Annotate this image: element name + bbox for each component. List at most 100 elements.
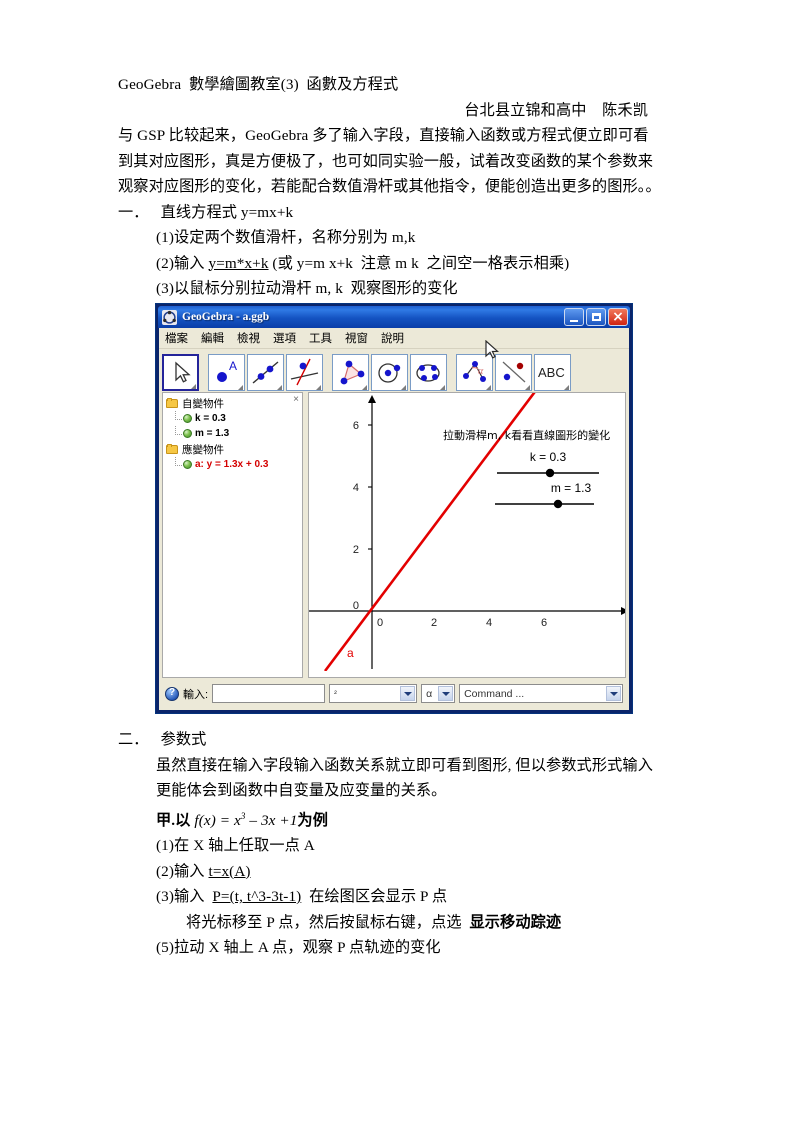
- algebra-item-k[interactable]: k = 0.3: [166, 411, 300, 426]
- graphics-view[interactable]: 6 4 2 0 0 2 4 6 a 拉動滑桿m, k看看直線圖形的變化 k = …: [308, 392, 626, 678]
- section2-paragraph-line-1: 虽然直接在输入字段输入函数关系就立即可看到图形, 但以参数式形式输入: [156, 756, 653, 774]
- minimize-button[interactable]: [564, 308, 584, 326]
- step-number: (2): [156, 254, 175, 272]
- window-controls[interactable]: [564, 308, 628, 326]
- step-text-post: 在绘图区会显示 P 点: [301, 888, 448, 906]
- algebra-view[interactable]: × 自變物件 k = 0.3 m = 1.3 應變物件 a: y = 1.3x …: [162, 392, 303, 678]
- section2-step-5: (5)拉动 X 轴上 A 点，观察 P 点轨迹的变化: [118, 935, 684, 961]
- tool-dropdown-corner[interactable]: [277, 385, 282, 390]
- menu-item-file[interactable]: 檔案: [165, 330, 188, 346]
- object-bullet-icon: [183, 414, 192, 423]
- close-button[interactable]: [608, 308, 628, 326]
- menu-bar[interactable]: 檔案 編輯 檢視 選項 工具 視窗 說明: [159, 328, 629, 349]
- input-field[interactable]: [212, 684, 326, 703]
- step-underlined-input: P=(t, t^3-3t-1): [212, 888, 302, 906]
- step-text-post: (或 y=m x+k 注意 m k 之间空一格表示相乘): [268, 254, 570, 272]
- y-tick-label: 2: [353, 544, 359, 556]
- mouse-cursor-icon: [485, 339, 501, 367]
- algebra-item-a[interactable]: a: y = 1.3x + 0.3: [166, 457, 300, 472]
- folder-icon: [166, 398, 179, 409]
- superscript-dropdown[interactable]: ²: [329, 684, 418, 703]
- tool-bar[interactable]: A α ABC: [159, 349, 629, 394]
- step-underlined-input: t=x(A): [208, 862, 251, 880]
- document-page: GeoGebra 數學繪圖教室(3) 函數及方程式 台北县立锦和高中 陈禾凯 与…: [0, 0, 793, 1122]
- main-panels: × 自變物件 k = 0.3 m = 1.3 應變物件 a: y = 1.3x …: [162, 392, 626, 678]
- move-tool-button[interactable]: [162, 354, 199, 391]
- example-formula-mid: (x) = x: [198, 811, 241, 829]
- section1-number: 一．: [118, 203, 149, 221]
- chevron-down-icon[interactable]: [400, 686, 416, 701]
- section2-step-2: (2)输入 t=x(A): [118, 859, 684, 885]
- slider-m-handle: [553, 499, 563, 509]
- document-byline: 台北县立锦和高中 陈禾凯: [464, 101, 648, 119]
- command-dropdown[interactable]: Command ...: [459, 684, 623, 703]
- intro-line-3: 观察对应图形的变化，若能配合数值滑杆或其他指令，便能创造出更多的图形。。: [118, 178, 661, 195]
- line-through-two-points-tool-button[interactable]: [247, 354, 284, 391]
- step-underlined-input: y=m*x+k: [208, 254, 269, 272]
- superscript-value: ²: [334, 689, 337, 698]
- section2-step-3: (3)输入 P=(t, t^3-3t-1) 在绘图区会显示 P 点: [118, 884, 684, 910]
- example-suffix: 为例: [297, 811, 328, 829]
- circle-tool-button[interactable]: [371, 354, 408, 391]
- tool-dropdown-corner[interactable]: [191, 384, 196, 389]
- step-text-pre: 将光标移至 P 点，然后按鼠标右键，点选: [186, 913, 470, 931]
- input-bar[interactable]: 輸入: ² α Command ...: [162, 680, 626, 707]
- intro-line-1: 与 GSP 比较起来，GeoGebra 多了输入字段，直接输入函数或方程式便立即…: [118, 127, 649, 144]
- chevron-down-icon[interactable]: [606, 686, 621, 701]
- maximize-button[interactable]: [586, 308, 606, 326]
- menu-item-options[interactable]: 選項: [273, 330, 296, 346]
- menu-item-help[interactable]: 說明: [381, 330, 404, 346]
- svg-text:ABC: ABC: [538, 365, 565, 380]
- folder-icon: [166, 444, 179, 455]
- tool-dropdown-corner[interactable]: [316, 385, 321, 390]
- algebra-item-label: a: y = 1.3x + 0.3: [195, 459, 269, 470]
- polygon-tool-button[interactable]: [332, 354, 369, 391]
- help-icon[interactable]: [165, 686, 179, 701]
- algebra-item-label: k = 0.3: [195, 413, 226, 424]
- chevron-down-icon[interactable]: [438, 686, 454, 701]
- algebra-group-label: 自變物件: [182, 398, 224, 410]
- step-number: (3): [156, 280, 175, 297]
- tool-dropdown-corner[interactable]: [238, 385, 243, 390]
- example-formula-tail: – 3x +1: [245, 811, 298, 829]
- tool-dropdown-corner[interactable]: [486, 385, 491, 390]
- x-tick-label: 2: [431, 617, 437, 629]
- section2-step-1: (1)在 X 轴上任取一点 A: [118, 833, 684, 859]
- tool-dropdown-corner[interactable]: [525, 385, 530, 390]
- input-bar-label: 輸入:: [183, 688, 209, 701]
- section2-number: 二．: [118, 731, 149, 748]
- step-text: 拉动 X 轴上 A 点，观察 P 点轨迹的变化: [174, 939, 441, 957]
- text-tool-button[interactable]: ABC: [534, 354, 571, 391]
- menu-item-edit[interactable]: 編輯: [201, 330, 224, 346]
- tool-dropdown-corner[interactable]: [564, 385, 569, 390]
- algebra-group-dependent-objects[interactable]: 應變物件: [166, 442, 300, 457]
- example-prefix: 甲.以: [156, 811, 195, 829]
- conic-through-five-points-tool-button[interactable]: [410, 354, 447, 391]
- tool-dropdown-corner[interactable]: [401, 385, 406, 390]
- intro-line-2: 到其对应图形，真是方便极了，也可如同实验一般，试着改变函数的某个参数来: [118, 152, 654, 170]
- x-tick-label: 4: [486, 617, 492, 629]
- algebra-item-m[interactable]: m = 1.3: [166, 426, 300, 441]
- window-title-bar[interactable]: GeoGebra - a.ggb: [158, 306, 630, 328]
- menu-item-tools[interactable]: 工具: [309, 330, 332, 346]
- svg-text:α: α: [478, 366, 484, 377]
- graphics-canvas[interactable]: 6 4 2 0 0 2 4 6 a 拉動滑桿m, k看看直線圖形的變化 k = …: [309, 393, 626, 671]
- point-tool-button[interactable]: A: [208, 354, 245, 391]
- tool-dropdown-corner[interactable]: [440, 385, 445, 390]
- section2-paragraph-line-2: 更能体会到函数中自变量及应变量的关系。: [156, 782, 447, 799]
- step-text-pre: 输入: [174, 254, 209, 272]
- menu-item-view[interactable]: 檢視: [237, 330, 260, 346]
- step-number: (3): [156, 888, 175, 906]
- section1-step-1: (1)设定两个数值滑杆，名称分别为 m,k: [118, 225, 684, 251]
- greek-letter-dropdown[interactable]: α: [421, 684, 456, 703]
- menu-item-window[interactable]: 視窗: [345, 330, 368, 346]
- y-tick-label: 4: [353, 482, 359, 494]
- perpendicular-line-tool-button[interactable]: [286, 354, 323, 391]
- tool-dropdown-corner[interactable]: [362, 385, 367, 390]
- algebra-view-close-icon[interactable]: ×: [293, 395, 299, 405]
- line-a-label: a: [347, 646, 354, 660]
- step-text-pre: 输入: [174, 888, 213, 906]
- section1-title: 直线方程式 y=mx+k: [160, 203, 294, 221]
- geogebra-window[interactable]: GeoGebra - a.ggb 檔案 編輯 檢視 選項 工具 視窗 說明: [155, 303, 633, 714]
- algebra-group-free-objects[interactable]: 自變物件: [166, 396, 300, 411]
